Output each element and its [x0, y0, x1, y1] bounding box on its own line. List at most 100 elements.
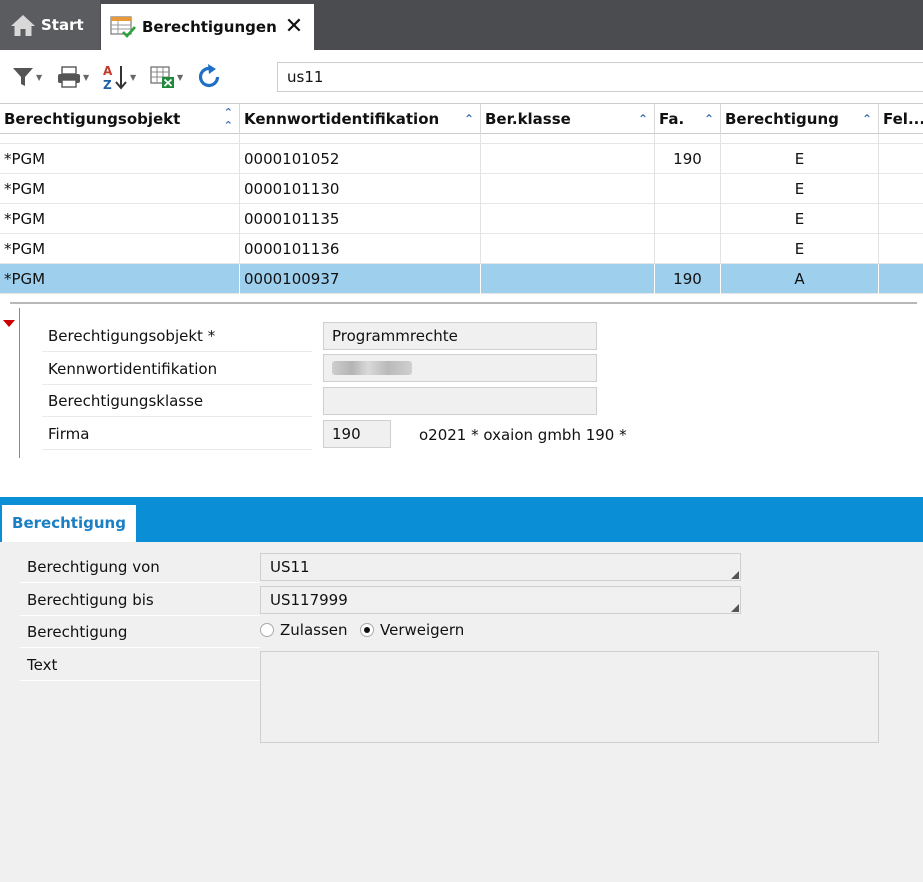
filter-icon [13, 68, 33, 86]
column-header-ber-klasse[interactable]: Ber.klasse ⌃ [481, 104, 655, 134]
print-icon [58, 66, 80, 88]
field-label-berechtigung-bis: Berechtigung bis [20, 584, 260, 616]
sort-up-icon[interactable]: ⌃ [638, 104, 648, 134]
close-icon[interactable]: ✕ [285, 16, 303, 38]
table-cell [655, 234, 721, 264]
column-header-fel[interactable]: Fel... [879, 104, 923, 134]
radio-zulassen[interactable]: Zulassen [260, 621, 348, 639]
radio-circle-icon [260, 623, 274, 637]
berechtigungsklasse-field[interactable] [323, 387, 597, 415]
sort-up-icon[interactable]: ⌃ [704, 104, 714, 134]
table-row-selected[interactable]: *PGM 0000100937 190 A [0, 264, 923, 294]
table-cell: E [721, 144, 879, 174]
search-input[interactable]: us11 [277, 62, 923, 92]
table-row[interactable]: *PGM 0000101136 E [0, 234, 923, 264]
tab-start[interactable]: Start [0, 0, 100, 50]
berechtigung-form: Berechtigung von US11 Berechtigung bis U… [0, 542, 923, 882]
refresh-icon [198, 64, 220, 87]
table-header: Berechtigungsobjekt ⌃ ⌃ Kennwortidentifik… [0, 104, 923, 134]
table-cell: *PGM [0, 174, 240, 204]
tab-berechtigung[interactable]: Berechtigung [2, 505, 136, 542]
chevron-down-icon: ▼ [36, 72, 43, 82]
firma-field[interactable]: 190 [323, 420, 391, 448]
table-cell [879, 234, 923, 264]
field-label-text: Text [20, 649, 260, 681]
toolbar: ▼ ▼ A Z ▼ ▼ us11 [0, 50, 923, 104]
text-area[interactable] [260, 651, 879, 743]
berechtigung-von-field[interactable]: US11 [260, 553, 741, 581]
detail-panel: Berechtigungsobjekt * Programmrechte Ken… [0, 294, 923, 497]
excel-export-button[interactable]: ▼ [150, 63, 183, 91]
firma-description: o2021 * oxaion gmbh 190 * [419, 426, 627, 444]
resize-corner-icon [731, 571, 739, 579]
table-cell [655, 204, 721, 234]
field-label-berechtigungsklasse: Berechtigungsklasse [42, 385, 312, 417]
column-header-label: Kennwortidentifikation [244, 110, 440, 128]
table-cell: 190 [655, 264, 721, 294]
sort-az-icon: A Z [103, 64, 127, 91]
table-cell: *PGM [0, 204, 240, 234]
table-cell [879, 174, 923, 204]
radio-zulassen-label: Zulassen [280, 621, 348, 639]
print-button[interactable]: ▼ [56, 63, 89, 91]
table-cell: E [721, 234, 879, 264]
table-cell [481, 264, 655, 294]
berechtigung-bis-value: US117999 [270, 591, 348, 609]
radio-verweigern[interactable]: Verweigern [360, 621, 464, 639]
table-cell: *PGM [0, 264, 240, 294]
excel-export-icon [150, 66, 174, 88]
column-header-kennwortidentifikation[interactable]: Kennwortidentifikation ⌃ [240, 104, 481, 134]
refresh-button[interactable] [195, 63, 223, 91]
table-cell: *PGM [0, 144, 240, 174]
column-header-label: Berechtigungsobjekt [4, 110, 181, 128]
collapse-triangle-icon[interactable] [3, 320, 15, 327]
table-cell [721, 134, 879, 143]
berechtigung-von-value: US11 [270, 558, 310, 576]
chevron-down-icon: ▼ [83, 72, 90, 82]
field-label-berechtigungsobjekt: Berechtigungsobjekt * [42, 320, 312, 352]
table-cell: A [721, 264, 879, 294]
table-row-partial [0, 134, 923, 144]
table-cell [655, 174, 721, 204]
home-icon [11, 15, 35, 36]
svg-text:Z: Z [103, 78, 112, 91]
column-header-fa[interactable]: Fa. ⌃ [655, 104, 721, 134]
table-cell [655, 134, 721, 143]
splitter[interactable] [10, 302, 917, 304]
sort-up-icon[interactable]: ⌃ [862, 104, 872, 134]
column-header-berechtigungsobjekt[interactable]: Berechtigungsobjekt ⌃ ⌃ [0, 104, 240, 134]
tab-start-label: Start [41, 16, 84, 34]
table-cell [0, 134, 240, 143]
sort-button[interactable]: A Z ▼ [103, 63, 136, 91]
table-row[interactable]: *PGM 0000101052 190 E [0, 144, 923, 174]
column-header-berechtigung[interactable]: Berechtigung ⌃ [721, 104, 879, 134]
tab-bar: Start Berechtigungen ✕ [0, 0, 923, 50]
berechtigungsobjekt-field[interactable]: Programmrechte [323, 322, 597, 350]
field-label-firma: Firma [42, 418, 312, 450]
column-header-label: Fa. [659, 110, 685, 128]
table-row[interactable]: *PGM 0000101130 E [0, 174, 923, 204]
field-label-berechtigung-von: Berechtigung von [20, 551, 260, 583]
table-cell: 0000100937 [240, 264, 481, 294]
table-row[interactable]: *PGM 0000101135 E [0, 204, 923, 234]
resize-corner-icon [731, 604, 739, 612]
table-cell [481, 144, 655, 174]
table-cell: 0000101136 [240, 234, 481, 264]
table-cell [879, 144, 923, 174]
sort-double-up-icon[interactable]: ⌃ ⌃ [224, 106, 233, 132]
tab-berechtigungen-label: Berechtigungen [142, 18, 277, 36]
berechtigung-bis-field[interactable]: US117999 [260, 586, 741, 614]
table-cell: E [721, 174, 879, 204]
divider [19, 308, 20, 458]
kennwortidentifikation-field[interactable] [323, 354, 597, 382]
column-header-label: Berechtigung [725, 110, 839, 128]
table-cell [879, 264, 923, 294]
filter-button[interactable]: ▼ [11, 63, 42, 91]
table-cell: E [721, 204, 879, 234]
table-cell [240, 134, 481, 143]
table-cell: 190 [655, 144, 721, 174]
sort-up-icon[interactable]: ⌃ [464, 104, 474, 134]
column-header-label: Ber.klasse [485, 110, 571, 128]
tab-berechtigungen[interactable]: Berechtigungen ✕ [101, 4, 314, 50]
table-cell: 0000101052 [240, 144, 481, 174]
